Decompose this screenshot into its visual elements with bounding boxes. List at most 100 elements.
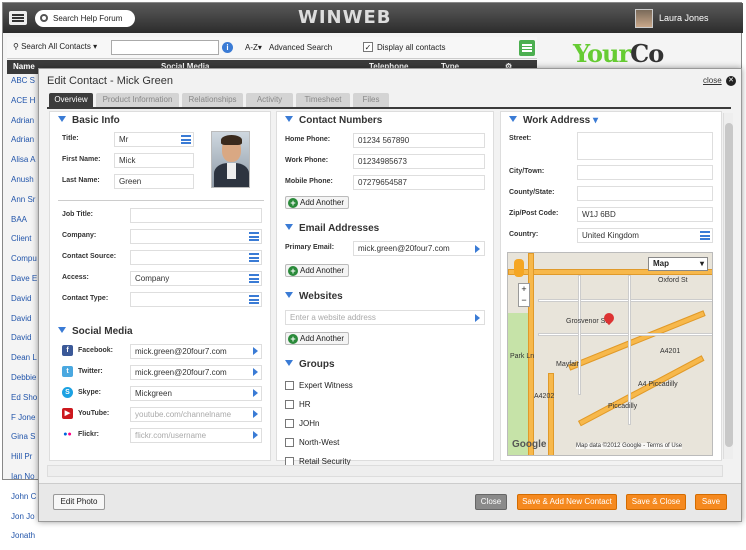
select-list-icon[interactable] [249,295,259,304]
add-website-button[interactable]: + Add Another [285,332,350,345]
list-item[interactable]: Compu [11,253,41,273]
contacts-search-input[interactable] [111,40,219,55]
menu-icon[interactable] [9,11,27,25]
list-item[interactable]: ACE H [11,95,41,115]
group-checkbox[interactable] [285,419,294,428]
search-help-forum[interactable]: Search Help Forum [35,10,135,27]
list-item[interactable]: Dave E [11,273,41,293]
dropdown-icon[interactable]: ▾ [593,115,598,126]
work-phone-field[interactable]: 01234985673 [353,154,485,169]
list-item[interactable]: Gina S [11,431,41,451]
info-icon[interactable]: i [222,42,233,53]
list-item[interactable]: BAA [11,214,41,234]
go-arrow-icon[interactable] [475,245,480,253]
list-item[interactable]: Adrian [11,134,41,154]
city-field[interactable] [577,165,713,180]
list-item[interactable]: Alisa A [11,154,41,174]
close-link[interactable]: close [703,76,722,85]
list-item[interactable]: ABC S [11,75,41,95]
contact-numbers-heading[interactable]: Contact Numbers [285,115,382,126]
list-item[interactable]: Ann Sr [11,194,41,214]
user-avatar[interactable] [635,9,653,28]
edit-photo-button[interactable]: Edit Photo [53,494,105,510]
tab-activity[interactable]: Activity [246,93,293,107]
list-item[interactable]: F Jone [11,412,41,432]
list-item[interactable]: David [11,332,41,352]
primary-email-field[interactable]: mick.green@20four7.com [353,241,485,256]
address-map[interactable]: Oxford St Grosvenor St Mayfair A4201 A4 … [507,252,713,456]
add-email-button[interactable]: + Add Another [285,264,350,277]
list-item[interactable]: Ed Sho [11,392,41,412]
pegman-icon[interactable] [514,259,524,277]
job-title-field[interactable] [130,208,262,223]
scroll-thumb[interactable] [725,123,733,447]
websites-heading[interactable]: Websites [285,291,343,302]
save-button[interactable]: Save [695,494,727,510]
zip-field[interactable]: W1J 6BD [577,207,713,222]
map-attribution[interactable]: Map data ©2012 Google - Terms of Use [576,443,683,449]
flickr-field[interactable]: flickr.com/username [130,428,262,443]
search-all-contacts-label[interactable]: ⚲ Search All Contacts ▾ [13,42,97,51]
tab-product-information[interactable]: Product Information [96,93,179,107]
work-address-heading[interactable]: Work Address ▾ [509,115,598,126]
map-type-select[interactable]: Map ▾ [648,257,708,271]
list-item[interactable]: David [11,293,41,313]
go-arrow-icon[interactable] [475,314,480,322]
access-field[interactable]: Company [130,271,262,286]
close-icon[interactable]: ✕ [726,76,736,86]
county-field[interactable] [577,186,713,201]
go-arrow-icon[interactable] [253,410,258,418]
list-item[interactable]: Client [11,233,41,253]
list-item[interactable]: Adrian [11,115,41,135]
list-item[interactable]: Hill Pr [11,451,41,471]
groups-heading[interactable]: Groups [285,359,335,370]
list-item[interactable]: John C [11,491,41,511]
close-button[interactable]: Close [475,494,507,510]
col-name[interactable]: Name [13,62,35,71]
list-item[interactable]: Dean L [11,352,41,372]
select-list-icon[interactable] [249,253,259,262]
contact-type-field[interactable] [130,292,262,307]
group-checkbox[interactable] [285,381,294,390]
save-add-new-contact-button[interactable]: Save & Add New Contact [517,494,617,510]
save-close-button[interactable]: Save & Close [626,494,686,510]
az-sort-dropdown[interactable]: A-Z▾ [245,43,262,52]
facebook-field[interactable]: mick.green@20four7.com [130,344,262,359]
select-list-icon[interactable] [249,274,259,283]
last-name-field[interactable]: Green [114,174,194,189]
go-arrow-icon[interactable] [253,368,258,376]
home-phone-field[interactable]: 01234 567890 [353,133,485,148]
go-arrow-icon[interactable] [253,431,258,439]
vertical-scrollbar[interactable] [723,113,733,459]
list-item[interactable]: Jon Jo [11,511,41,531]
group-checkbox[interactable] [285,438,294,447]
list-item[interactable]: David [11,313,41,333]
list-menu-icon[interactable] [519,40,535,56]
street-field[interactable] [577,132,713,160]
go-arrow-icon[interactable] [253,389,258,397]
website-input[interactable]: Enter a website address [285,310,485,325]
zoom-control[interactable]: + − [518,283,530,307]
tab-overview[interactable]: Overview [49,93,93,107]
email-addresses-heading[interactable]: Email Addresses [285,223,379,234]
horizontal-scrollbar[interactable] [47,465,723,477]
tab-relationships[interactable]: Relationships [182,93,243,107]
tab-files[interactable]: Files [353,93,389,107]
select-list-icon[interactable] [700,231,710,240]
company-field[interactable] [130,229,262,244]
skype-field[interactable]: Mickgreen [130,386,262,401]
youtube-field[interactable]: youtube.com/channelname [130,407,262,422]
basic-info-heading[interactable]: Basic Info [58,115,120,126]
tab-timesheet[interactable]: Timesheet [296,93,350,107]
list-item[interactable]: Jonath [11,530,41,550]
display-all-checkbox[interactable]: ✓ [363,42,373,52]
twitter-field[interactable]: mick.green@20four7.com [130,365,262,380]
select-list-icon[interactable] [249,232,259,241]
select-list-icon[interactable] [181,135,191,144]
group-checkbox[interactable] [285,400,294,409]
social-media-heading[interactable]: Social Media [58,326,133,337]
contact-source-field[interactable] [130,250,262,265]
country-field[interactable]: United Kingdom [577,228,713,243]
list-item[interactable]: Ian No [11,471,41,491]
add-phone-button[interactable]: + Add Another [285,196,350,209]
